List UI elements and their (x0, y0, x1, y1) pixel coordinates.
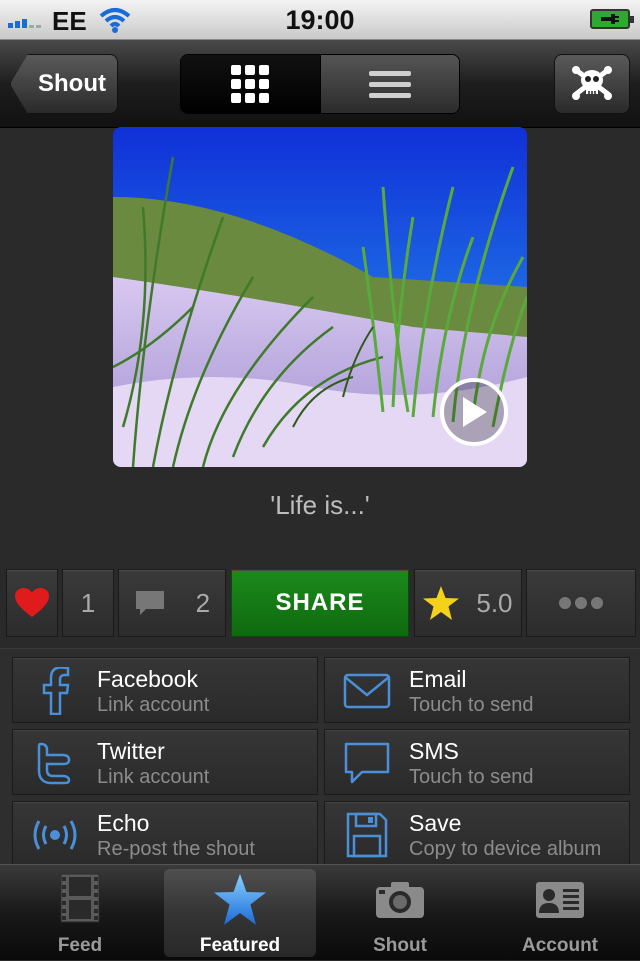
navigation-bar: Shout (0, 40, 640, 128)
like-count: 1 (62, 569, 114, 637)
grid-icon (231, 65, 270, 103)
option-title: Echo (97, 810, 150, 836)
broadcast-icon (29, 810, 81, 860)
post-caption: 'Life is...' (270, 490, 370, 520)
comment-icon (135, 591, 164, 615)
contact-card-icon (480, 881, 640, 919)
share-options: Facebook Link account Email Touch to sen… (0, 648, 640, 864)
comments-button[interactable]: 2 (118, 569, 226, 637)
floppy-disk-icon (341, 810, 393, 860)
heart-icon (15, 588, 49, 617)
film-strip-icon (0, 873, 160, 923)
option-subtitle: Re-post the shout (97, 838, 255, 860)
more-dots-icon (559, 597, 571, 609)
list-icon (368, 70, 411, 98)
envelope-icon (341, 666, 393, 716)
status-bar: EE 19:00 (0, 0, 640, 40)
option-title: Twitter (97, 738, 165, 764)
battery-icon (590, 9, 634, 29)
tab-bar: Feed Featured Shout Account (0, 864, 640, 960)
tab-account[interactable]: Account (480, 865, 640, 961)
more-button[interactable] (526, 569, 636, 637)
grid-view-segment[interactable] (181, 55, 320, 113)
skull-crossbones-icon (572, 66, 612, 100)
twitter-icon (29, 738, 81, 788)
option-subtitle: Touch to send (409, 766, 534, 788)
option-subtitle: Touch to send (409, 694, 534, 716)
tab-featured[interactable]: Featured (164, 869, 316, 957)
option-title: SMS (409, 738, 459, 764)
share-sms[interactable]: SMS Touch to send (324, 729, 630, 795)
tab-label: Featured (199, 935, 281, 956)
star-icon (423, 586, 460, 620)
camera-icon (320, 881, 480, 919)
report-button[interactable] (554, 54, 630, 114)
star-icon (164, 873, 316, 927)
tab-label: Feed (57, 935, 103, 956)
comment-count: 2 (195, 587, 211, 618)
tab-shout[interactable]: Shout (320, 865, 480, 961)
option-subtitle: Link account (97, 694, 210, 716)
rating-value: 5.0 (476, 587, 513, 618)
tab-label: Shout (373, 935, 427, 956)
speech-bubble-icon (341, 738, 393, 788)
share-button[interactable]: SHARE (231, 569, 409, 637)
list-view-segment[interactable] (319, 55, 459, 113)
status-time: 19:00 (285, 5, 355, 35)
rating-button[interactable]: 5.0 (414, 569, 522, 637)
tab-label: Account (522, 935, 598, 956)
share-twitter[interactable]: Twitter Link account (12, 729, 318, 795)
share-save[interactable]: Save Copy to device album (324, 801, 630, 864)
share-facebook[interactable]: Facebook Link account (12, 657, 318, 723)
option-title: Save (409, 810, 462, 836)
back-button[interactable]: Shout (10, 54, 118, 114)
play-button[interactable] (440, 378, 508, 446)
play-icon (463, 397, 487, 427)
option-subtitle: Link account (97, 766, 210, 788)
like-button[interactable] (6, 569, 58, 637)
tab-feed[interactable]: Feed (0, 865, 160, 961)
facebook-icon (29, 666, 81, 716)
action-row: 1 2 SHARE 5.0 (6, 569, 636, 637)
option-title: Email (409, 666, 467, 692)
share-echo[interactable]: Echo Re-post the shout (12, 801, 318, 864)
view-mode-segmented-control (180, 54, 460, 114)
share-email[interactable]: Email Touch to send (324, 657, 630, 723)
option-subtitle: Copy to device album (409, 838, 602, 860)
option-title: Facebook (97, 666, 199, 692)
